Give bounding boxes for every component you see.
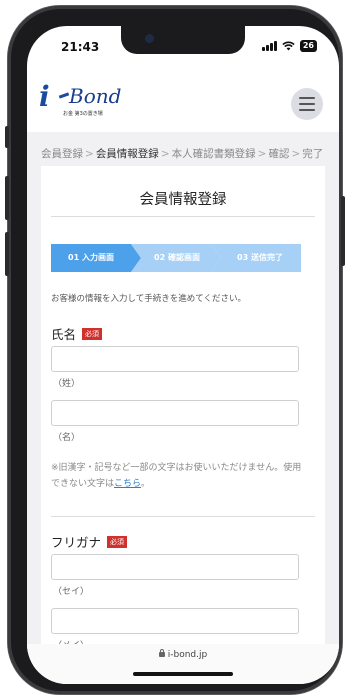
first-name-caption: （名） <box>53 433 81 443</box>
power-button <box>341 196 345 266</box>
logo-mark: i <box>39 80 50 113</box>
lock-icon <box>158 649 165 657</box>
last-name-kana-caption: （セイ） <box>53 587 90 597</box>
url-text: i-bond.jp <box>167 650 208 660</box>
phone-frame: 21:43 26 i Bond お金 第3の置き場 会員登録 > 会員情報登録 … <box>5 6 345 694</box>
step-input: 01 入力画面 <box>51 244 141 272</box>
main-content: 会員登録 > 会員情報登録 > 本人確認書類登録 > 確認 > 完了 会員情報登録 01 入力画… <box>27 132 339 656</box>
intro-text: お客様の情報を入力して手続きを進めてください。 <box>51 294 246 304</box>
volume-up-button <box>5 176 9 220</box>
last-name-kana-input[interactable] <box>51 554 299 580</box>
hamburger-menu-button[interactable] <box>291 88 323 120</box>
screen: 21:43 26 i Bond お金 第3の置き場 会員登録 > 会員情報登録 … <box>27 26 339 684</box>
logo-tagline: お金 第3の置き場 <box>63 111 103 117</box>
step-confirm: 02 確認画面 <box>131 244 221 272</box>
url-bar[interactable]: i-bond.jp <box>27 649 339 660</box>
unusable-characters-link[interactable]: こちら <box>114 479 141 489</box>
browser-bottom-bar: i-bond.jp <box>27 644 339 684</box>
required-badge: 必須 <box>82 327 103 340</box>
last-name-caption: （姓） <box>53 379 81 389</box>
home-indicator[interactable] <box>133 672 233 676</box>
form-card: 会員情報登録 01 入力画面 02 確認画面 03 送信完了 お客様の情報を入力… <box>41 166 325 656</box>
first-name-kana-input[interactable] <box>51 608 299 634</box>
title-divider <box>51 216 315 217</box>
breadcrumb-item-id-docs: 本人確認書類登録 <box>171 148 256 160</box>
status-time: 21:43 <box>61 40 100 54</box>
step-complete: 03 送信完了 <box>211 244 301 272</box>
breadcrumb-item-membership[interactable]: 会員登録 <box>41 148 83 160</box>
page-title: 会員情報登録 <box>139 192 227 208</box>
name-label-row: 氏名 必須 <box>51 324 103 343</box>
breadcrumb-item-complete: 完了 <box>302 148 324 160</box>
name-label: 氏名 <box>51 327 77 342</box>
character-note: ※旧漢字・記号など一部の文字はお使いいただけません。使用できない文字はこちら。 <box>51 463 302 489</box>
section-divider <box>51 516 315 517</box>
wifi-icon <box>282 41 295 51</box>
notch <box>121 26 245 54</box>
kana-label: フリガナ <box>51 535 102 550</box>
breadcrumb-item-confirm: 確認 <box>268 148 290 160</box>
first-name-input[interactable] <box>51 400 299 426</box>
volume-down-button <box>5 232 9 276</box>
site-header: i Bond お金 第3の置き場 <box>27 70 339 132</box>
kana-label-row: フリガナ 必須 <box>51 532 128 551</box>
breadcrumb-item-member-info: 会員情報登録 <box>95 148 159 160</box>
required-badge: 必須 <box>107 535 128 548</box>
mute-switch <box>5 126 9 148</box>
signal-icon <box>261 41 277 51</box>
logo-word: Bond <box>69 84 122 108</box>
step-indicator: 01 入力画面 02 確認画面 03 送信完了 <box>51 244 301 272</box>
last-name-input[interactable] <box>51 346 299 372</box>
breadcrumb: 会員登録 > 会員情報登録 > 本人確認書類登録 > 確認 > 完了 <box>41 148 324 160</box>
i-bond-logo[interactable]: i Bond お金 第3の置き場 <box>39 80 159 120</box>
battery-icon: 26 <box>299 40 317 52</box>
